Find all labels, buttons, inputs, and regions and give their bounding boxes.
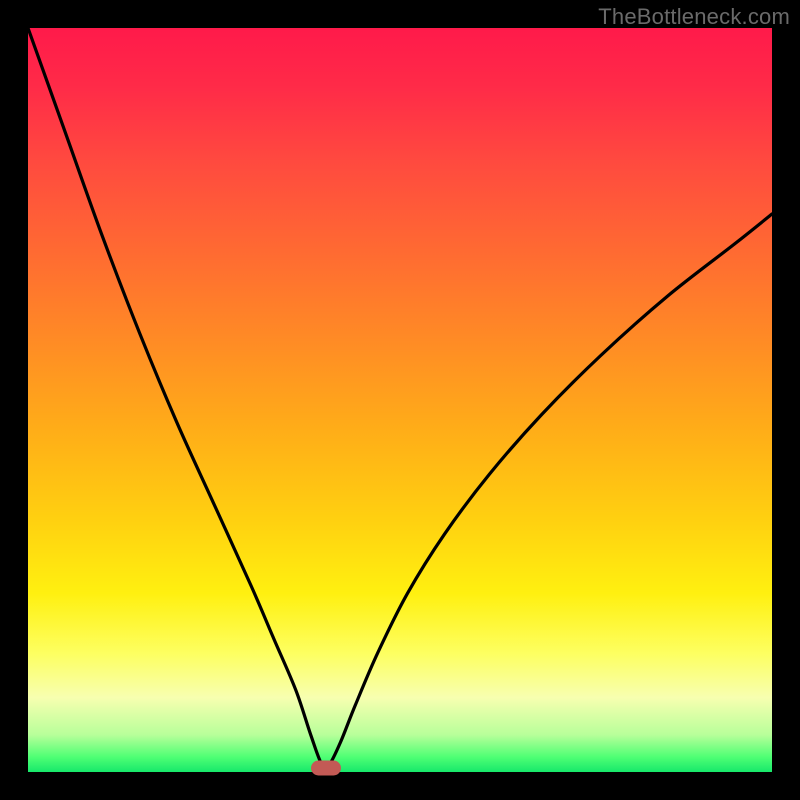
watermark-text: TheBottleneck.com bbox=[598, 4, 790, 30]
plot-area bbox=[28, 28, 772, 772]
chart-frame: TheBottleneck.com bbox=[0, 0, 800, 800]
optimum-marker bbox=[311, 761, 341, 776]
curve-svg bbox=[28, 28, 772, 772]
bottleneck-curve bbox=[28, 28, 772, 768]
